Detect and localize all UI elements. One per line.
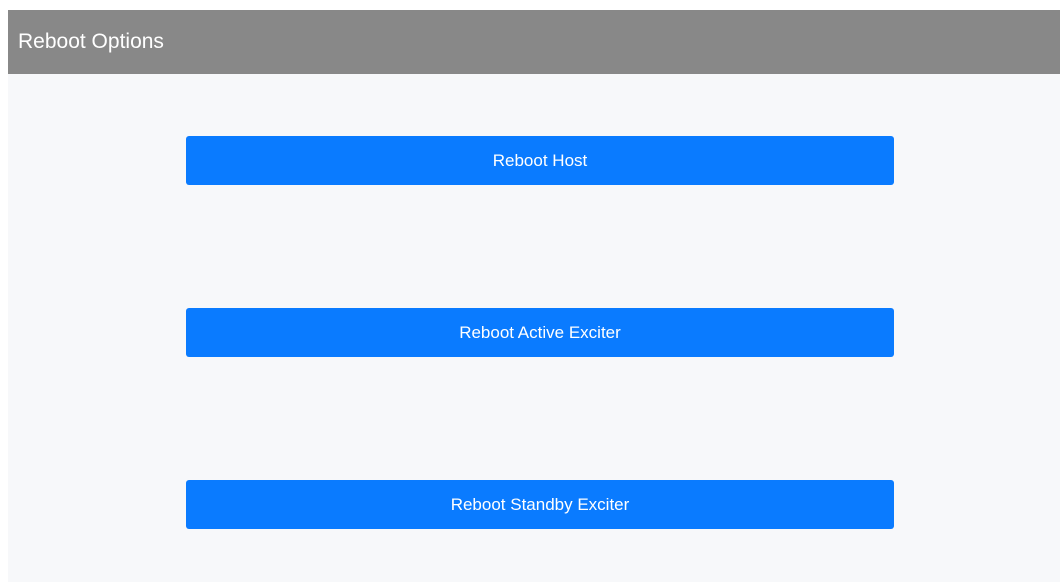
reboot-host-button[interactable]: Reboot Host <box>186 136 894 185</box>
reboot-active-exciter-button[interactable]: Reboot Active Exciter <box>186 308 894 357</box>
panel-title: Reboot Options <box>8 10 1060 74</box>
reboot-options-panel: Reboot Options Reboot Host Reboot Active… <box>8 10 1060 582</box>
reboot-standby-exciter-button[interactable]: Reboot Standby Exciter <box>186 480 894 529</box>
